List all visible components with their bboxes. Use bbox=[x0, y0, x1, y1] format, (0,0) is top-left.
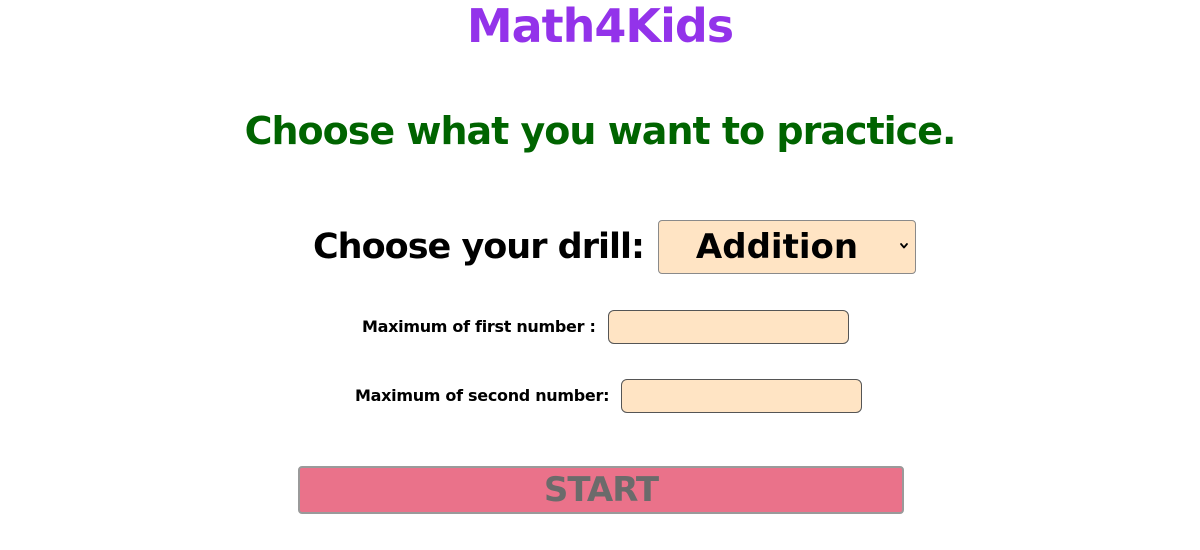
second-number-row: Maximum of second number: bbox=[355, 378, 863, 413]
app-title: Math4Kids bbox=[466, 0, 734, 53]
drill-select-value: Addition bbox=[695, 227, 859, 267]
chevron-down-icon bbox=[900, 243, 908, 249]
drill-select[interactable]: Addition bbox=[657, 220, 916, 274]
first-number-row: Maximum of first number : bbox=[362, 309, 849, 344]
drill-label: Choose your drill: bbox=[313, 227, 645, 267]
second-number-input[interactable] bbox=[621, 378, 863, 413]
drill-row: Choose your drill: Addition bbox=[313, 219, 916, 275]
first-number-label: Maximum of first number : bbox=[362, 317, 596, 336]
second-number-label: Maximum of second number: bbox=[355, 386, 610, 405]
page-subtitle: Choose what you want to practice. bbox=[244, 109, 957, 153]
start-button[interactable]: START bbox=[298, 466, 904, 514]
first-number-input[interactable] bbox=[607, 309, 849, 344]
